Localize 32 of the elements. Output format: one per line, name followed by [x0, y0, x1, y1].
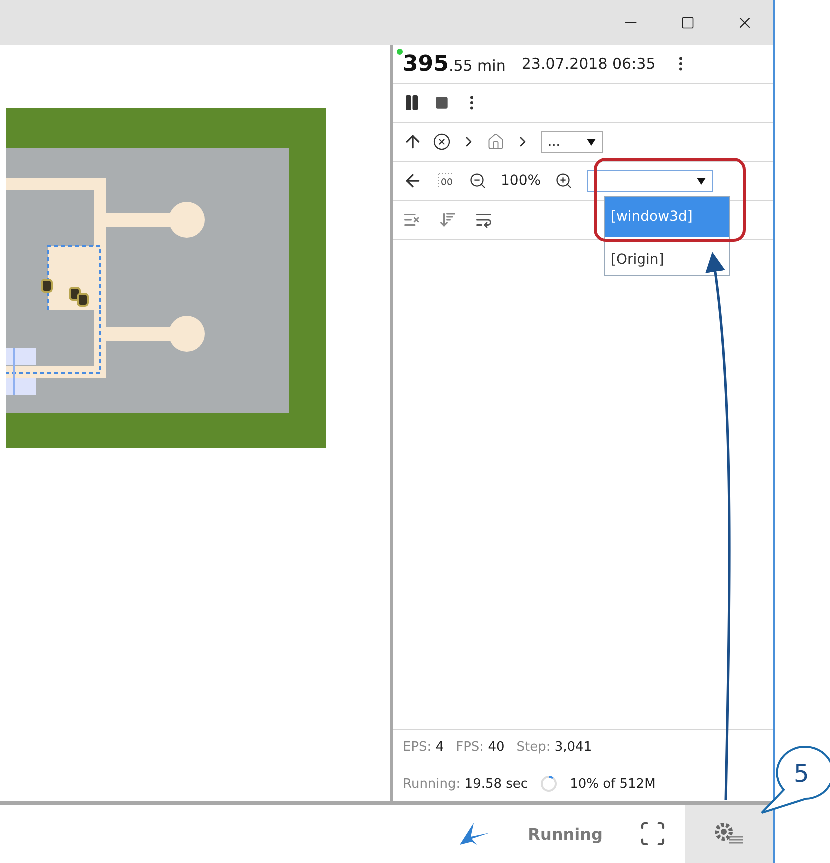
callout-number: 5: [794, 760, 810, 788]
stat-text: EPS: 4: [403, 740, 444, 755]
memory-usage: 10% of 512M: [570, 776, 656, 792]
caret-icon: [587, 138, 596, 146]
fullscreen-icon[interactable]: [639, 820, 667, 848]
caret-icon: [697, 178, 706, 184]
wrap-text-icon[interactable]: [475, 211, 493, 229]
memory-ring-icon: [540, 775, 558, 793]
logo-icon: [458, 821, 492, 847]
dotted-zero-icon[interactable]: [437, 172, 455, 190]
view-select[interactable]: [587, 170, 714, 192]
maximize-icon[interactable]: [680, 16, 694, 30]
time-unit: .55 min: [448, 56, 506, 74]
breadcrumb-select[interactable]: ...: [541, 131, 603, 153]
circle-x-icon[interactable]: [433, 133, 451, 151]
running-time: Running: 19.58 sec: [403, 776, 528, 792]
list-strike-icon[interactable]: [403, 211, 421, 229]
stop-icon[interactable]: [435, 96, 449, 110]
stat-text: FPS: 40: [456, 740, 505, 755]
pause-icon[interactable]: [403, 94, 421, 112]
date-time: 23.07.2018 06:35: [522, 55, 656, 73]
zoom-level: 100%: [501, 173, 542, 189]
home-icon[interactable]: [487, 133, 505, 151]
stat-text: Step: 3,041: [516, 740, 592, 755]
gear-icon[interactable]: [713, 821, 745, 847]
run-state: Running: [527, 824, 604, 846]
status-dot: [397, 49, 403, 55]
time-value: 395: [403, 52, 449, 76]
zoom-out-icon[interactable]: [469, 172, 487, 190]
settings-button[interactable]: [685, 805, 773, 863]
zoom-in-icon[interactable]: [555, 172, 574, 190]
sort-lines-icon[interactable]: [439, 211, 457, 229]
